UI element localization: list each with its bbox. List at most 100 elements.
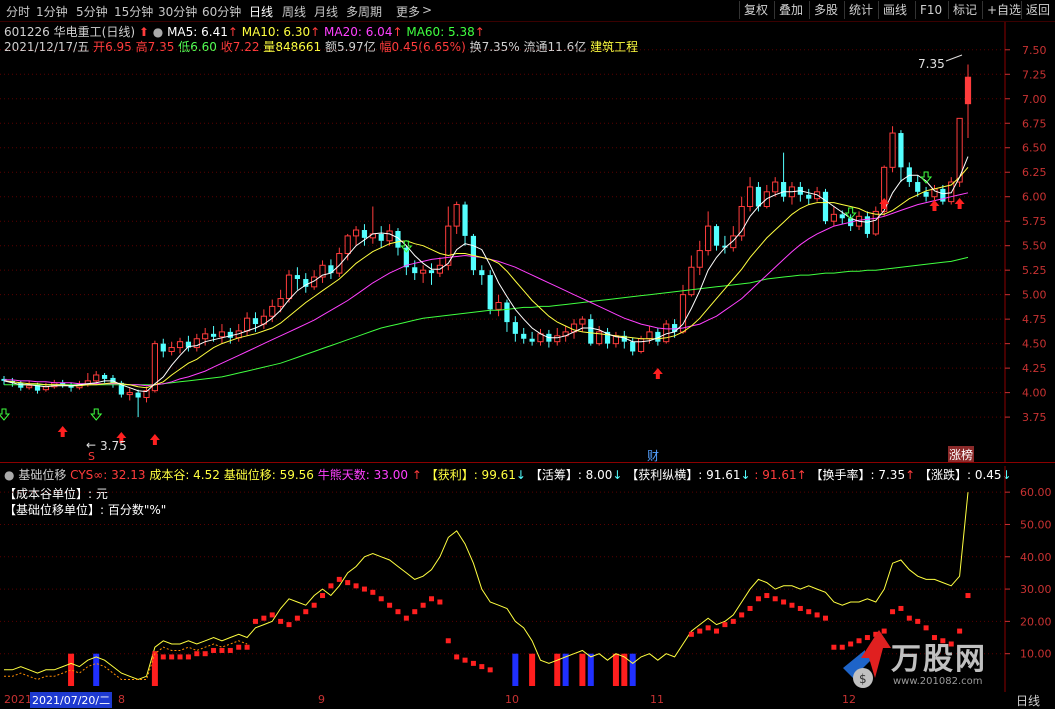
tab-30min[interactable]: 30分钟	[158, 3, 197, 20]
candle-body	[269, 305, 276, 317]
overlay-button[interactable]: 叠加	[774, 1, 807, 19]
add-favorite-button[interactable]: +自选	[982, 1, 1025, 19]
tab-multi-period[interactable]: 多周期	[346, 3, 382, 20]
price-tick-label: 5.50	[1022, 240, 1047, 253]
signal-bar	[629, 653, 636, 686]
candle-body	[822, 191, 829, 222]
stats-button[interactable]: 统计	[844, 1, 877, 19]
cost-dot	[722, 622, 728, 628]
tab-fenshi[interactable]: 分时	[6, 3, 30, 20]
price-tick-label: 6.75	[1022, 117, 1047, 130]
period-label: 日线	[1016, 694, 1041, 708]
fuquan-button[interactable]: 复权	[739, 1, 772, 19]
indicator-tick-label: 30.00	[1020, 583, 1052, 596]
month-10: 10	[505, 693, 519, 706]
cost-dot	[320, 593, 326, 599]
candle-body	[470, 235, 477, 271]
tab-daily[interactable]: 日线	[249, 3, 273, 20]
cost-dot	[387, 602, 393, 608]
cost-dot	[697, 628, 703, 634]
candle-body	[780, 182, 787, 197]
price-tick-label: 4.75	[1022, 313, 1047, 326]
bull-days-line	[4, 640, 248, 681]
indicator-tick-label: 20.00	[1020, 615, 1052, 628]
candle-body	[462, 204, 468, 236]
base-shift-line	[4, 492, 969, 681]
candle-body	[906, 167, 912, 183]
cost-dot	[345, 580, 351, 586]
more-arrow-icon[interactable]: >	[422, 3, 432, 17]
candle-body	[772, 181, 779, 193]
candle-body	[688, 266, 695, 296]
limit-up-badge[interactable]: 涨榜	[948, 446, 975, 463]
multi-stock-button[interactable]: 多股	[809, 1, 842, 19]
tab-more[interactable]: 更多	[396, 3, 420, 20]
price-tick-label: 4.50	[1022, 338, 1047, 351]
candle-body	[252, 318, 259, 325]
cost-dot	[462, 657, 468, 663]
tab-weekly[interactable]: 周线	[282, 3, 306, 20]
tab-1min[interactable]: 1分钟	[36, 3, 68, 20]
signal-bar	[587, 653, 594, 686]
candle-body	[923, 191, 929, 197]
cost-dot	[739, 612, 745, 618]
indicator-tick-label: 40.00	[1020, 551, 1052, 564]
cost-dot	[378, 596, 384, 602]
price-tick-label: 5.25	[1022, 264, 1047, 277]
mark-button[interactable]: 标记	[948, 1, 981, 19]
kline-chart[interactable]: 7.50 7.25 7.00 6.75 6.50 6.25 6.00 5.75 5.50 5.25…	[0, 22, 1055, 462]
price-tick-label: 7.50	[1022, 44, 1047, 57]
tab-60min[interactable]: 60分钟	[202, 3, 241, 20]
draw-line-button[interactable]: 画线	[878, 1, 911, 19]
ma60-line	[4, 256, 969, 386]
candle-body	[285, 274, 293, 300]
signal-bar	[151, 653, 158, 686]
cost-dot	[361, 586, 367, 592]
tab-monthly[interactable]: 月线	[314, 3, 338, 20]
watermark-title: 万股网	[891, 642, 987, 677]
cost-dot	[370, 589, 376, 595]
f10-button[interactable]: F10	[915, 1, 946, 19]
candle-body	[168, 347, 175, 352]
candle-body	[210, 333, 217, 337]
candle-body	[277, 298, 284, 307]
cost-dot	[185, 654, 191, 660]
cost-dot	[806, 609, 812, 615]
sell-arrow-icon	[0, 408, 11, 421]
candle-body	[940, 188, 946, 202]
signal-bar	[554, 653, 561, 686]
candle-body	[889, 132, 896, 168]
cost-dot	[236, 644, 242, 650]
month-8: 8	[118, 693, 125, 706]
candle-body	[218, 331, 226, 338]
price-tick-label: 3.75	[1022, 411, 1047, 424]
candle-body	[630, 341, 636, 352]
candle-body	[646, 331, 653, 340]
cost-dot	[915, 618, 921, 624]
back-button[interactable]: 返回	[1021, 1, 1054, 19]
svg-text:$: $	[859, 672, 867, 686]
candle-body	[512, 322, 518, 334]
tab-15min[interactable]: 15分钟	[114, 3, 153, 20]
cost-dot	[429, 596, 435, 602]
cost-dot	[412, 609, 418, 615]
low-price-label: 3.75	[100, 439, 127, 453]
price-tick-label: 7.25	[1022, 68, 1047, 81]
cost-dot	[688, 631, 694, 637]
cost-dot	[303, 609, 309, 615]
cost-dot	[479, 664, 485, 670]
candle-body	[746, 186, 754, 208]
cost-dot	[194, 651, 200, 657]
tab-5min[interactable]: 5分钟	[76, 3, 108, 20]
candle-body	[663, 323, 670, 343]
buy-arrow-icon	[954, 198, 965, 209]
cost-dot	[789, 602, 795, 608]
candle-body	[487, 275, 493, 310]
candle-body	[412, 267, 418, 274]
price-tick-label: 7.00	[1022, 93, 1047, 106]
candle-body	[420, 269, 427, 274]
candle-body	[135, 392, 141, 398]
signal-bar	[93, 653, 100, 686]
candle-body	[554, 335, 561, 343]
cost-dot	[261, 615, 267, 621]
